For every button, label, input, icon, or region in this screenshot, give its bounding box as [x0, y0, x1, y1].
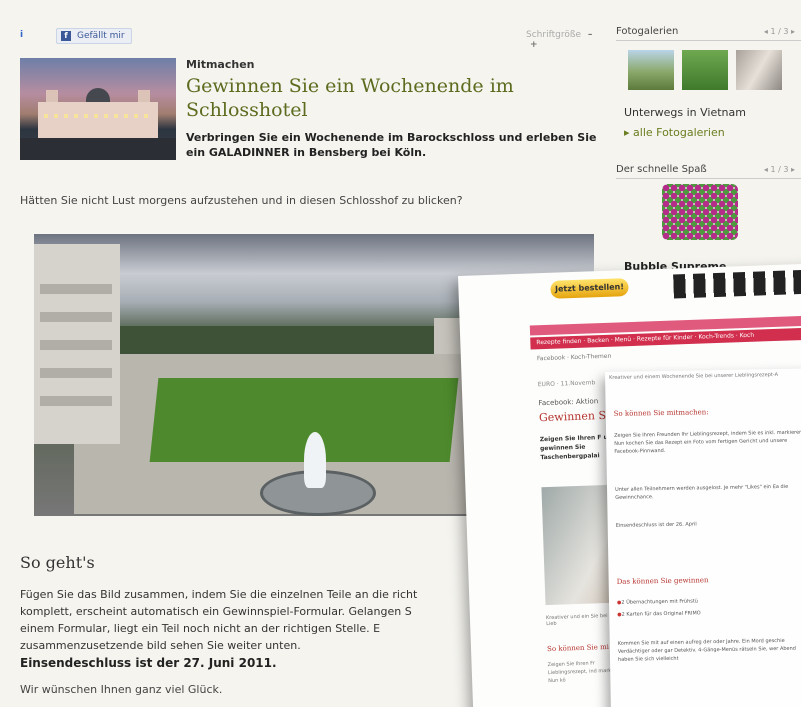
article-intro: Verbringen Sie ein Wochenende im Barocks… — [186, 131, 597, 159]
detail-section-title: Das können Sie gewinnen — [616, 576, 709, 586]
facebook-icon: f — [61, 31, 71, 41]
detail-top-text: Kreativer und einem Wochenende Sie bei u… — [609, 371, 779, 381]
detail-paragraph: Zeigen Sie Ihren Freunden Ihr Lieblingsr… — [614, 429, 801, 455]
gallery-thumb[interactable] — [628, 50, 674, 90]
castle-teaser-image[interactable] — [20, 58, 176, 160]
font-decrease-button[interactable]: – — [588, 30, 593, 40]
gallery-caption[interactable]: Unterwegs in Vietnam — [624, 106, 746, 119]
article-headline: Gewinnen Sie ein Wochenende im Schlossho… — [186, 75, 514, 121]
deadline-text: Einsendeschluss ist der 27. Juni 2011. — [20, 656, 277, 670]
galleries-header: Fotogalerien ◂ 1 / 3 ▸ — [616, 24, 801, 41]
article-page: i f Gefällt mir Schriftgröße – + Mitmach… — [0, 0, 801, 707]
overlay-detail-screenshot: Kreativer und einem Wochenende Sie bei u… — [605, 368, 801, 707]
font-size-control: Schriftgröße – + — [526, 30, 606, 50]
overlay-subhead: So können Sie mi — [546, 642, 610, 654]
fun-title: Der schnelle Spaß — [616, 164, 707, 175]
detail-paragraph: Kommen Sie mit auf einen aufreg der oder… — [617, 637, 796, 663]
article-question: Hätten Sie nicht Lust morgens aufzustehe… — [20, 194, 463, 207]
prize-bullet: 2 Karten für das Original FRIMO — [617, 610, 701, 617]
instructions-text: Fügen Sie das Bild zusammen, indem Sie d… — [20, 588, 418, 652]
font-increase-button[interactable]: + — [530, 40, 538, 50]
section-title: So geht's — [20, 553, 95, 572]
post-category: Facebook: Aktion — [538, 397, 599, 408]
gallery-thumb[interactable] — [682, 50, 728, 90]
all-galleries-link[interactable]: ▸ alle Fotogalerien — [624, 126, 725, 139]
gallery-thumb[interactable] — [736, 50, 782, 90]
product-strip — [673, 269, 801, 299]
detail-deadline: Einsendeschluss ist der 26. April — [615, 521, 697, 529]
detail-section-title: So können Sie mitmachen: — [613, 408, 709, 418]
post-meta: EURO · 11.Novemb — [537, 379, 596, 389]
gallery-thumbnails — [628, 50, 788, 90]
order-button[interactable]: Jetzt bestellen! — [550, 278, 629, 299]
fun-header: Der schnelle Spaß ◂ 1 / 3 ▸ — [616, 162, 801, 179]
galleries-title: Fotogalerien — [616, 26, 679, 37]
prize-bullet: 2 Übernachtungen mit Frühstü — [617, 598, 698, 605]
like-label: Gefällt mir — [77, 31, 125, 41]
overlay-headline: Gewinnen S — [538, 408, 607, 425]
article-kicker: Mitmachen — [186, 58, 255, 71]
info-icon[interactable]: i — [20, 30, 23, 40]
luck-text: Wir wünschen Ihnen ganz viel Glück. — [20, 683, 223, 696]
breadcrumb: Facebook · Koch-Themen — [536, 352, 612, 363]
fun-pager[interactable]: ◂ 1 / 3 ▸ — [764, 162, 795, 178]
bubble-game-thumbnail[interactable] — [662, 184, 738, 240]
facebook-like-button[interactable]: f Gefällt mir — [56, 28, 132, 44]
font-size-label: Schriftgröße — [526, 30, 582, 40]
detail-paragraph: Unter allen Teilnehmern werden ausgelost… — [615, 483, 789, 501]
galleries-pager[interactable]: ◂ 1 / 3 ▸ — [764, 24, 795, 40]
article-toolbar: i f Gefällt mir Schriftgröße – + — [16, 28, 606, 50]
sidebar: Fotogalerien ◂ 1 / 3 ▸ Unterwegs in Viet… — [616, 24, 801, 284]
